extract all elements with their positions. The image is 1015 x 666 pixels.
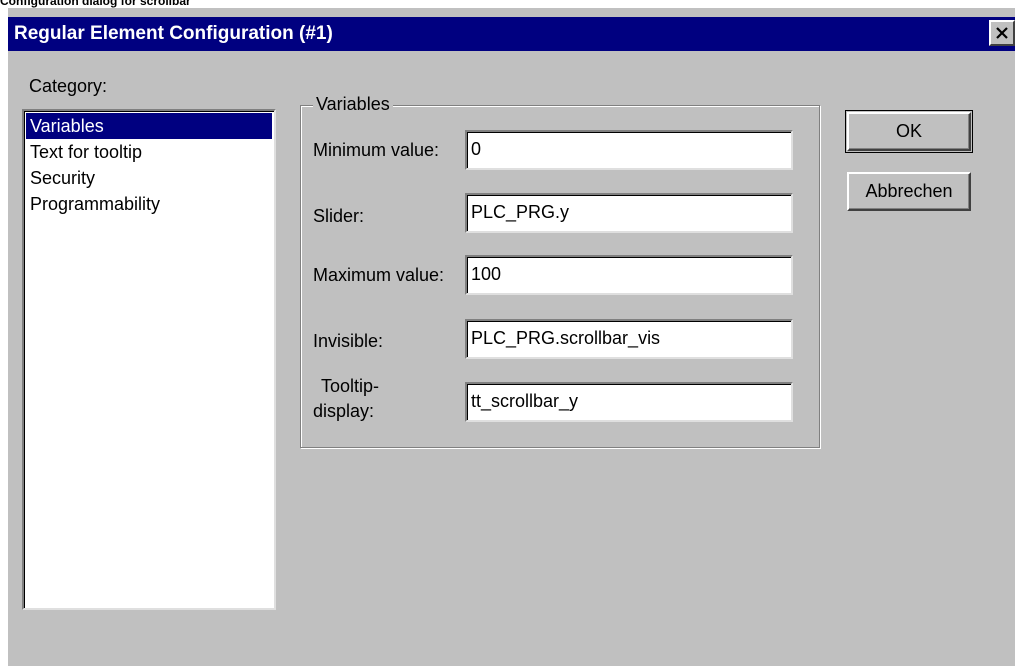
invisible-label: Invisible: — [313, 331, 384, 351]
category-label: Category: — [29, 76, 108, 96]
tooltip-display-label-line2: display: — [313, 401, 375, 421]
close-icon — [996, 27, 1008, 39]
slider-label: Slider: — [313, 206, 365, 226]
slider-input[interactable]: PLC_PRG.y — [465, 193, 793, 233]
maximum-value-label: Maximum value: — [313, 265, 445, 285]
document-caption: Configuration dialog for scrollbar — [0, 0, 1015, 8]
minimum-value-label: Minimum value: — [313, 140, 440, 160]
cancel-button[interactable]: Abbrechen — [847, 172, 971, 211]
invisible-input[interactable]: PLC_PRG.scrollbar_vis — [465, 319, 793, 359]
ok-button[interactable]: OK — [847, 112, 971, 151]
minimum-value-input[interactable]: 0 — [465, 130, 793, 170]
category-item-security[interactable]: Security — [26, 165, 272, 191]
tooltip-display-label-line1: Tooltip- — [321, 376, 380, 396]
groupbox-legend: Variables — [313, 94, 393, 115]
maximum-value-input[interactable]: 100 — [465, 255, 793, 295]
configuration-dialog: Regular Element Configuration (#1) Categ… — [8, 8, 1015, 666]
variables-groupbox: Variables Minimum value: 0 Slider: PLC_P… — [300, 94, 820, 448]
category-item-variables[interactable]: Variables — [26, 113, 272, 139]
category-item-programmability[interactable]: Programmability — [26, 191, 272, 217]
tooltip-display-input[interactable]: tt_scrollbar_y — [465, 382, 793, 422]
category-item-text-for-tooltip[interactable]: Text for tooltip — [26, 139, 272, 165]
close-button[interactable] — [989, 20, 1015, 46]
window-title: Regular Element Configuration (#1) — [14, 23, 333, 44]
title-bar[interactable]: Regular Element Configuration (#1) — [8, 17, 1015, 51]
document-caption-text: Configuration dialog for scrollbar — [0, 0, 191, 8]
category-listbox[interactable]: Variables Text for tooltip Security Prog… — [22, 109, 276, 610]
